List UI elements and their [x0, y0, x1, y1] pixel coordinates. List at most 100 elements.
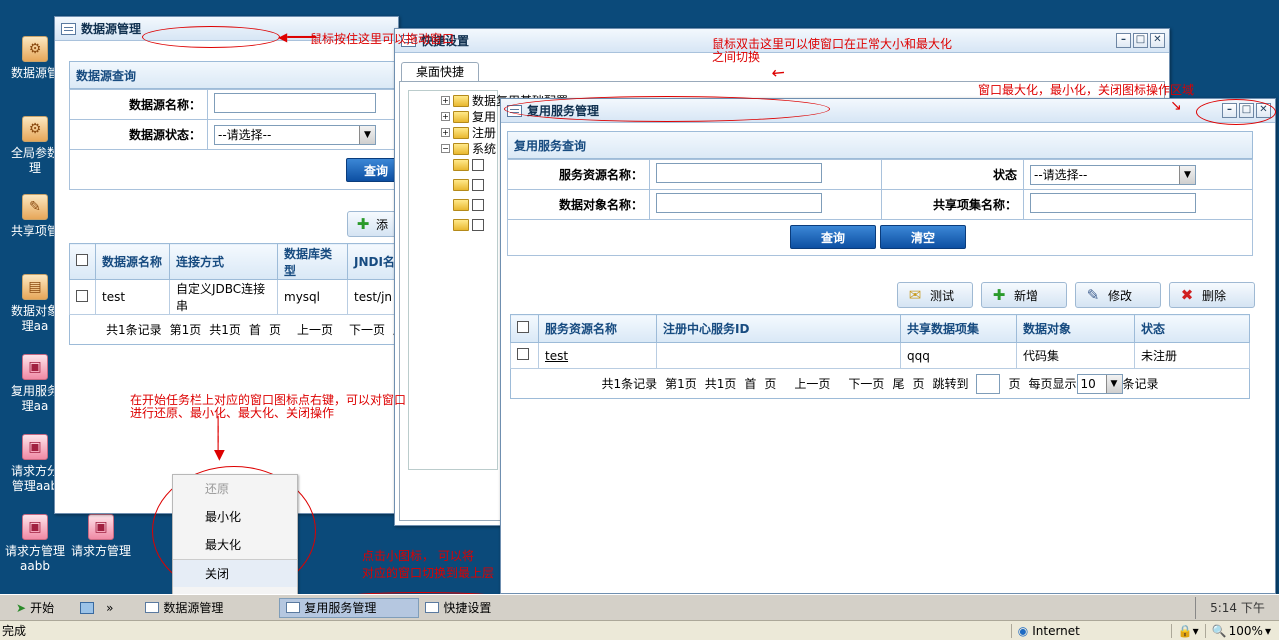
jump-page-input[interactable] [976, 373, 1001, 394]
clock: 5:14 下午 [1195, 596, 1279, 619]
table-row[interactable]: test 自定义JDBC连接串 mysql test/jn [69, 279, 399, 315]
delete-button[interactable]: ✖ 删除 [1169, 282, 1255, 308]
arrow-right-icon: ↘ [1170, 98, 1182, 114]
folder-icon [453, 179, 469, 191]
service-name-input[interactable] [656, 163, 822, 183]
tree-checkbox[interactable] [472, 159, 484, 171]
column-header[interactable]: 注册中心服务ID [656, 314, 901, 343]
column-header[interactable]: 数据源名称 [95, 243, 170, 280]
service-name-link[interactable]: test [538, 342, 657, 369]
next-page-link[interactable]: 下一页 [848, 375, 884, 392]
tree-item[interactable] [453, 159, 484, 171]
expand-icon[interactable]: + [441, 96, 450, 105]
document-icon: ▣ [88, 514, 114, 540]
taskbar-item-shortcut[interactable]: 快捷设置 [419, 598, 559, 618]
tree-item[interactable] [453, 219, 484, 231]
minimize-button[interactable]: – [1116, 33, 1131, 48]
column-header[interactable]: 服务资源名称 [538, 314, 657, 343]
folder-icon [453, 126, 469, 139]
menu-item-minimize[interactable]: 最小化 [173, 503, 297, 531]
select-all-checkbox[interactable] [76, 254, 88, 266]
edit-button[interactable]: ✎ 修改 [1075, 282, 1161, 308]
annotation-winbtns: 窗口最大化，最小化，关闭图标操作区域 [978, 83, 1195, 97]
state-select[interactable]: --请选择-- ▼ [1030, 164, 1196, 185]
row-checkbox[interactable] [517, 348, 529, 360]
share-set-input[interactable] [1030, 193, 1196, 213]
browser-status-bar: 完成 ◉ Internet 🔒▾ 🔍 100% ▾ [0, 620, 1279, 640]
column-header[interactable]: 共享数据项集 [900, 314, 1017, 343]
chevron-down-icon: ▼ [1105, 374, 1122, 393]
tab-desktop-shortcut[interactable]: 桌面快捷 [401, 62, 480, 82]
zoom-control[interactable]: 🔍 100% ▾ [1204, 623, 1279, 638]
menu-item-close[interactable]: 关闭 [173, 559, 297, 587]
annotation-taskclick: 点击小图标， 可以将 对应的窗口切换到最上层 [362, 549, 495, 580]
clear-button[interactable]: 清空 [880, 225, 966, 249]
menu-item-restore[interactable]: 还原 [173, 475, 297, 503]
tree-checkbox[interactable] [472, 199, 484, 211]
arrow-left-icon: ◀━━━━ [278, 30, 317, 44]
taskbar-item-datasource[interactable]: 数据源管理 [139, 598, 279, 618]
column-header[interactable]: JNDI名 [347, 243, 399, 280]
table-row[interactable]: test qqq 代码集 未注册 [510, 342, 1250, 369]
select-all-checkbox[interactable] [517, 321, 529, 333]
prev-page-link[interactable]: 上一页 [297, 321, 333, 338]
tree-item[interactable] [453, 179, 484, 191]
window-icon [145, 602, 160, 613]
pager: 共1条记录 第1页 共1页 首 页 上一页 下一页 尾 [69, 315, 399, 345]
datasource-status-select[interactable]: --请选择-- ▼ [214, 124, 376, 145]
add-button[interactable]: ✚ 新增 [981, 282, 1067, 308]
first-page-link[interactable]: 首 [744, 375, 756, 392]
datasource-name-input[interactable] [214, 93, 376, 113]
folder-icon [453, 94, 469, 107]
window-icon [425, 602, 440, 613]
expand-icon[interactable]: + [441, 128, 450, 137]
query-form: 数据源名称： 数据源状态： --请选择-- ▼ [69, 89, 409, 150]
toolbar: ✉ 测试 ✚ 新增 ✎ 修改 ✖ 删除 [897, 282, 1255, 308]
column-header[interactable]: 连接方式 [169, 243, 278, 280]
first-page-link[interactable]: 首 [249, 321, 261, 338]
prev-page-link[interactable]: 上一页 [794, 375, 830, 392]
show-desktop-icon[interactable] [74, 598, 100, 618]
lock-icon[interactable]: 🔒▾ [1170, 623, 1205, 638]
document-icon: ▣ [22, 354, 48, 380]
column-header[interactable]: 数据对象 [1016, 314, 1135, 343]
window-datasource[interactable]: 数据源管理 数据源查询 数据源名称： 数据源状态： --请选择-- ▼ 查询 ✚ 添 … [54, 16, 409, 514]
tree-checkbox[interactable] [472, 179, 484, 191]
row-checkbox[interactable] [76, 289, 88, 302]
start-button[interactable]: ➤ 开始 [10, 598, 60, 618]
annotation-ellipse [504, 96, 830, 122]
field-label: 状态 [881, 159, 1024, 190]
expand-icon[interactable]: + [441, 112, 450, 121]
close-button[interactable]: ✕ [1150, 33, 1165, 48]
tag-icon: ✎ [22, 194, 48, 220]
add-button[interactable]: ✚ 添 [347, 211, 397, 237]
zone-indicator: ◉ Internet [1010, 623, 1171, 638]
menu-item-maximize[interactable]: 最大化 [173, 531, 297, 559]
last-page-link[interactable]: 尾 [892, 375, 904, 392]
plus-icon: ✚ [356, 215, 370, 233]
query-form: 服务资源名称： 状态 --请选择-- ▼ 数据对象名称： 共享项集名称： [507, 159, 1253, 220]
expand-icon[interactable]: − [441, 144, 450, 153]
tree-item[interactable]: + 复用 [441, 108, 496, 125]
page-size-select[interactable]: 10 ▼ [1076, 373, 1123, 394]
column-header[interactable]: 数据库类型 [277, 243, 348, 280]
field-label: 共享项集名称： [881, 189, 1024, 220]
arrow-down-icon: │ │ │ ▼ [214, 417, 225, 463]
next-page-link[interactable]: 下一页 [349, 321, 385, 338]
query-button[interactable]: 查询 [790, 225, 876, 249]
tree-item[interactable]: + 注册 [441, 124, 496, 141]
desktop-icon-requester[interactable]: ▣ 请求方管理 [70, 514, 132, 559]
desktop-icon-requester-aabb[interactable]: ▣ 请求方管理 aabb [4, 514, 66, 574]
window-reuse-service[interactable]: 复用服务管理 – □ ✕ 复用服务查询 服务资源名称： 状态 --请选择-- ▼ … [500, 98, 1276, 594]
tree-checkbox[interactable] [472, 219, 484, 231]
test-button[interactable]: ✉ 测试 [897, 282, 973, 308]
data-object-input[interactable] [656, 193, 822, 213]
window-title: 数据源管理 [81, 22, 142, 36]
chevron-right-icon[interactable]: » [100, 598, 119, 618]
maximize-button[interactable]: □ [1133, 33, 1148, 48]
column-header[interactable]: 状态 [1134, 314, 1250, 343]
document-icon: ▣ [22, 434, 48, 460]
taskbar-item-reuse-service[interactable]: 复用服务管理 [279, 597, 420, 618]
tree-item[interactable]: − 系统 [441, 140, 496, 157]
tree-item[interactable] [453, 199, 484, 211]
